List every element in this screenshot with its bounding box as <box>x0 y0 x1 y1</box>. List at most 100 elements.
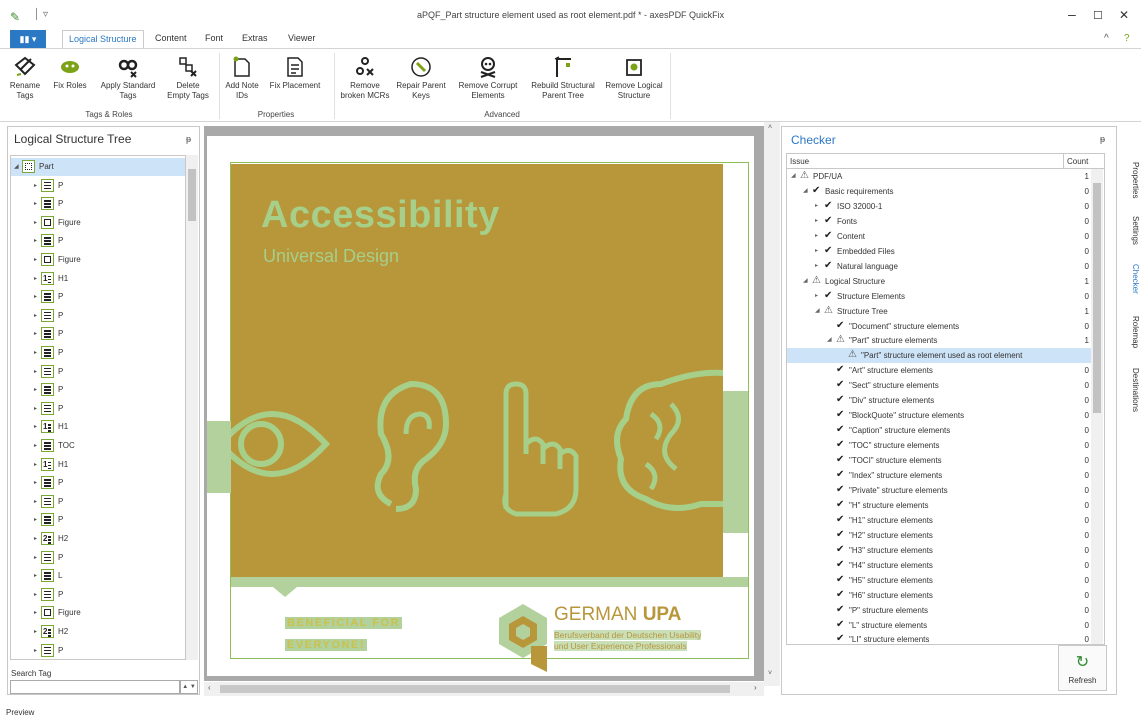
tree-item[interactable]: ▸ P <box>11 549 185 567</box>
tree-item[interactable]: ▸ P <box>11 307 185 325</box>
checker-row[interactable]: ✔ "P" structure elements 0 <box>787 603 1091 618</box>
tree-item[interactable]: ▸ Figure <box>11 604 185 622</box>
expand-arrow-icon[interactable]: ▸ <box>34 200 37 207</box>
expand-arrow-icon[interactable]: ▸ <box>34 386 37 393</box>
expand-arrow-icon[interactable]: ▸ <box>34 647 37 654</box>
tree-item[interactable]: ▸ L <box>11 567 185 585</box>
expand-arrow-icon[interactable]: ▸ <box>34 498 37 505</box>
expand-arrow-icon[interactable]: ▸ <box>34 516 37 523</box>
fix-roles-button[interactable]: Fix Roles <box>50 55 90 91</box>
expand-arrow-icon[interactable]: ▸ <box>34 182 37 189</box>
checker-row[interactable]: ✔ "Sect" structure elements 0 <box>787 378 1091 393</box>
expand-arrow-icon[interactable]: ▸ <box>34 442 37 449</box>
checker-row[interactable]: ✔ "H5" structure elements 0 <box>787 573 1091 588</box>
tree-item[interactable]: ▸ P <box>11 493 185 511</box>
document-horizontal-scrollbar[interactable]: ‹ › <box>204 682 764 696</box>
search-tag-input[interactable] <box>10 680 180 694</box>
expand-arrow-icon[interactable]: ▸ <box>34 349 37 356</box>
tab-viewer[interactable]: Viewer <box>288 33 315 43</box>
expand-arrow-icon[interactable]: ▸ <box>815 217 818 224</box>
checker-scrollbar-thumb[interactable] <box>1093 183 1101 413</box>
expand-arrow-icon[interactable]: ▸ <box>34 405 37 412</box>
expand-arrow-icon[interactable]: ▸ <box>34 368 37 375</box>
tree-item[interactable]: ▸ P <box>11 232 185 250</box>
checker-row[interactable]: ✔ "Art" structure elements 0 <box>787 363 1091 378</box>
checker-row[interactable]: ◢ ⚠ PDF/UA 1 <box>787 169 1091 184</box>
scroll-right-icon[interactable]: › <box>754 683 757 692</box>
expand-arrow-icon[interactable]: ▸ <box>815 202 818 209</box>
side-tab-properties[interactable]: Properties <box>1118 162 1140 198</box>
add-note-ids-button[interactable]: Add Note IDs <box>224 55 260 101</box>
tree-item[interactable]: ▸ P <box>11 344 185 362</box>
collapse-ribbon-icon[interactable]: ^ <box>1104 33 1109 44</box>
expand-arrow-icon[interactable]: ▸ <box>815 262 818 269</box>
collapse-arrow-icon[interactable]: ◢ <box>803 277 808 284</box>
horizontal-scrollbar-thumb[interactable] <box>220 685 730 693</box>
tree-item[interactable]: ▸ P <box>11 474 185 492</box>
expand-arrow-icon[interactable]: ▸ <box>34 479 37 486</box>
tab-font[interactable]: Font <box>205 33 223 43</box>
expand-arrow-icon[interactable]: ▸ <box>34 609 37 616</box>
column-count[interactable]: Count <box>1067 157 1088 166</box>
delete-empty-tags-button[interactable]: Delete Empty Tags <box>164 55 212 101</box>
tree-item[interactable]: ▸ 2 H2 <box>11 530 185 548</box>
tree-scrollbar-thumb[interactable] <box>188 169 196 221</box>
tree-item[interactable]: ▸ P <box>11 288 185 306</box>
scroll-up-icon[interactable]: ˄ <box>768 124 772 131</box>
expand-arrow-icon[interactable]: ▸ <box>34 554 37 561</box>
collapse-arrow-icon[interactable]: ◢ <box>14 163 19 170</box>
checker-row[interactable]: ✔ "H2" structure elements 0 <box>787 528 1091 543</box>
tree-item[interactable]: ▸ P <box>11 400 185 418</box>
structure-tree[interactable]: ◢ Part ▸ P ▸ P ▸ Figure ▸ P ▸ Figure ▸ 1 H1 ▸ P ▸ P ▸ P ▸ P ▸ P ▸… <box>10 155 186 660</box>
remove-logical-structure-button[interactable]: Remove Logical Structure <box>602 55 666 101</box>
expand-arrow-icon[interactable]: ▸ <box>34 237 37 244</box>
tree-item[interactable]: ▸ P <box>11 195 185 213</box>
tree-item[interactable]: ▸ 1 H1 <box>11 456 185 474</box>
tree-item[interactable]: ▸ Figure <box>11 214 185 232</box>
expand-arrow-icon[interactable]: ▸ <box>815 232 818 239</box>
expand-arrow-icon[interactable]: ▸ <box>34 312 37 319</box>
rebuild-parent-tree-button[interactable]: Rebuild Structural Parent Tree <box>528 55 598 101</box>
side-tab-rolemap[interactable]: Rolemap <box>1118 316 1140 348</box>
checker-row[interactable]: ◢ ⚠ Logical Structure 1 <box>787 274 1091 289</box>
tree-item[interactable]: ◢ Part <box>11 158 185 176</box>
tree-scrollbar[interactable] <box>186 155 198 660</box>
expand-arrow-icon[interactable]: ▸ <box>34 219 37 226</box>
tree-item[interactable]: ▸ P <box>11 642 185 659</box>
tree-item[interactable]: ▸ 1 H1 <box>11 270 185 288</box>
scroll-left-icon[interactable]: ‹ <box>208 683 211 692</box>
pin-icon[interactable]: ᵽ <box>186 134 191 144</box>
tab-extras[interactable]: Extras <box>242 33 268 43</box>
collapse-arrow-icon[interactable]: ◢ <box>803 187 808 194</box>
checker-row[interactable]: ▸ ✔ Fonts 0 <box>787 214 1091 229</box>
tree-item[interactable]: ▸ TOC <box>11 437 185 455</box>
help-icon[interactable]: ? <box>1124 33 1130 44</box>
minimize-button[interactable]: – <box>1068 6 1076 22</box>
tree-item[interactable]: ▸ P <box>11 381 185 399</box>
checker-row[interactable]: ✔ "H1" structure elements 0 <box>787 513 1091 528</box>
collapse-arrow-icon[interactable]: ◢ <box>815 307 820 314</box>
tree-item[interactable]: ▸ Figure <box>11 251 185 269</box>
expand-arrow-icon[interactable]: ▸ <box>34 591 37 598</box>
remove-broken-mcrs-button[interactable]: Remove broken MCRs <box>338 55 392 101</box>
checker-grid[interactable]: Issue Count ◢ ⚠ PDF/UA 1 ◢ ✔ Basic requirement… <box>786 153 1105 645</box>
expand-arrow-icon[interactable]: ▸ <box>815 247 818 254</box>
close-button[interactable]: ✕ <box>1119 8 1129 22</box>
tree-item[interactable]: ▸ P <box>11 363 185 381</box>
refresh-button[interactable]: ↻ Refresh <box>1058 645 1107 691</box>
checker-row[interactable]: ▸ ✔ Embedded Files 0 <box>787 244 1091 259</box>
tab-content[interactable]: Content <box>155 33 187 43</box>
collapse-arrow-icon[interactable]: ◢ <box>827 336 832 343</box>
checker-row[interactable]: ✔ "L" structure elements 0 <box>787 618 1091 633</box>
checker-row[interactable]: ▸ ✔ Content 0 <box>787 229 1091 244</box>
checker-row[interactable]: ▸ ✔ ISO 32000-1 0 <box>787 199 1091 214</box>
rename-tags-button[interactable]: Rename Tags <box>6 55 44 101</box>
expand-arrow-icon[interactable]: ▸ <box>34 461 37 468</box>
side-tab-checker[interactable]: Checker <box>1118 264 1140 294</box>
tree-item[interactable]: ▸ P <box>11 586 185 604</box>
checker-row[interactable]: ✔ "Private" structure elements 0 <box>787 483 1091 498</box>
expand-arrow-icon[interactable]: ▸ <box>34 275 37 282</box>
apply-standard-tags-button[interactable]: Apply Standard Tags <box>96 55 160 101</box>
search-tag-spinner[interactable]: ▲ ▼ <box>180 680 198 694</box>
expand-arrow-icon[interactable]: ▸ <box>815 292 818 299</box>
